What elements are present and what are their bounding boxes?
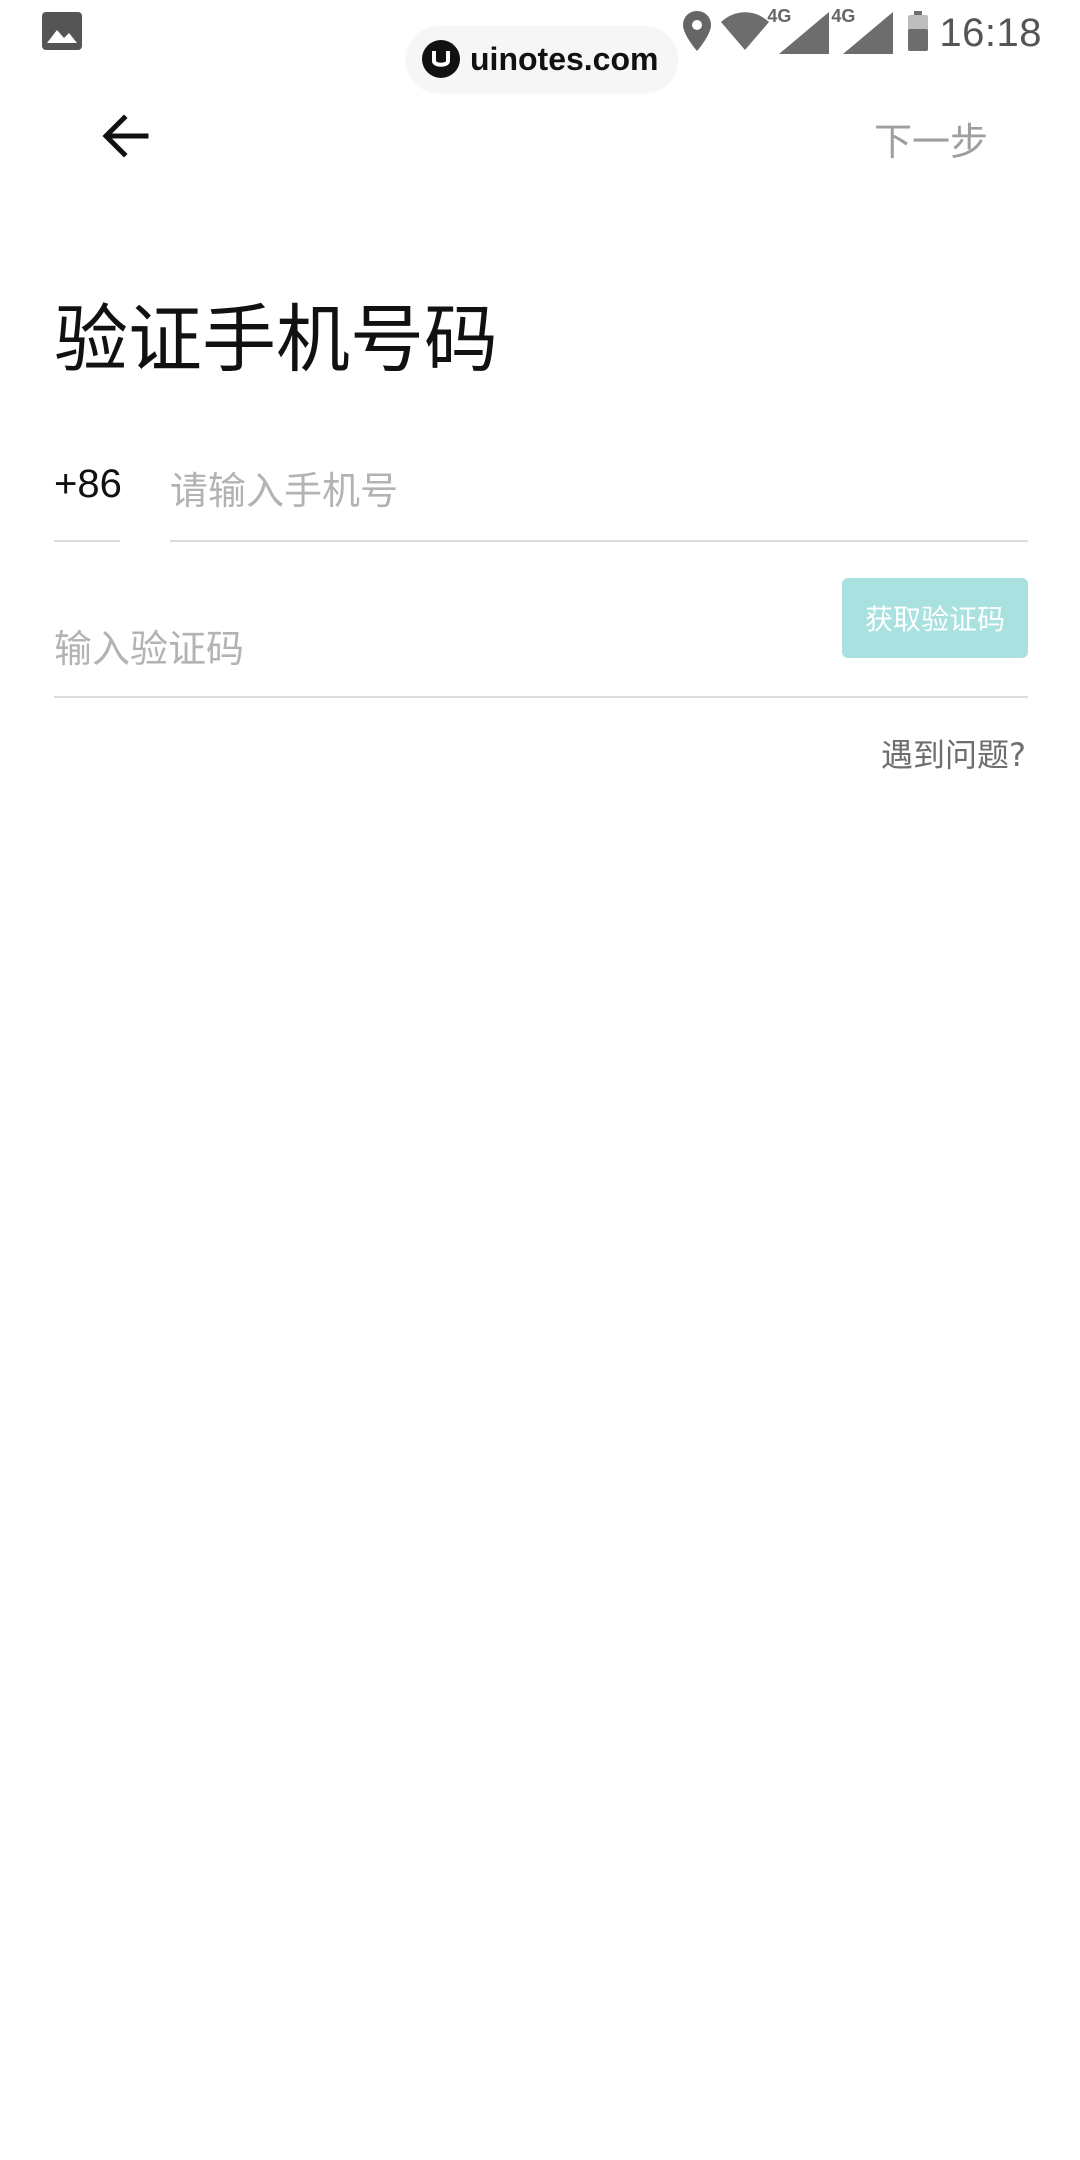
next-step-button[interactable]: 下一步 [874,110,988,166]
wifi-icon [721,12,770,54]
status-icons: 4G 4G 16:18 [683,6,1042,58]
arrow-left-icon [102,114,149,158]
location-icon [683,11,712,55]
country-code-selector[interactable]: +86 [54,456,122,542]
verify-phone-screen: 4G 4G 16:18 uinotes.com 下一步 验证手机号码 +86 请… [0,0,1080,2160]
battery-icon [907,11,929,55]
page-title: 验证手机号码 [54,297,498,383]
uinotes-logo-icon [422,40,460,78]
image-icon [42,12,82,50]
back-button[interactable] [96,106,156,166]
status-time: 16:18 [939,10,1042,55]
phone-number-input[interactable] [170,456,1028,542]
watermark-text: uinotes.com [470,40,659,77]
signal-icon: 4G [831,6,897,56]
signal-icon: 4G [767,6,833,56]
watermark-badge: uinotes.com [406,26,678,92]
get-code-button[interactable]: 获取验证码 [842,578,1028,658]
help-link[interactable]: 遇到问题? [881,730,1026,776]
